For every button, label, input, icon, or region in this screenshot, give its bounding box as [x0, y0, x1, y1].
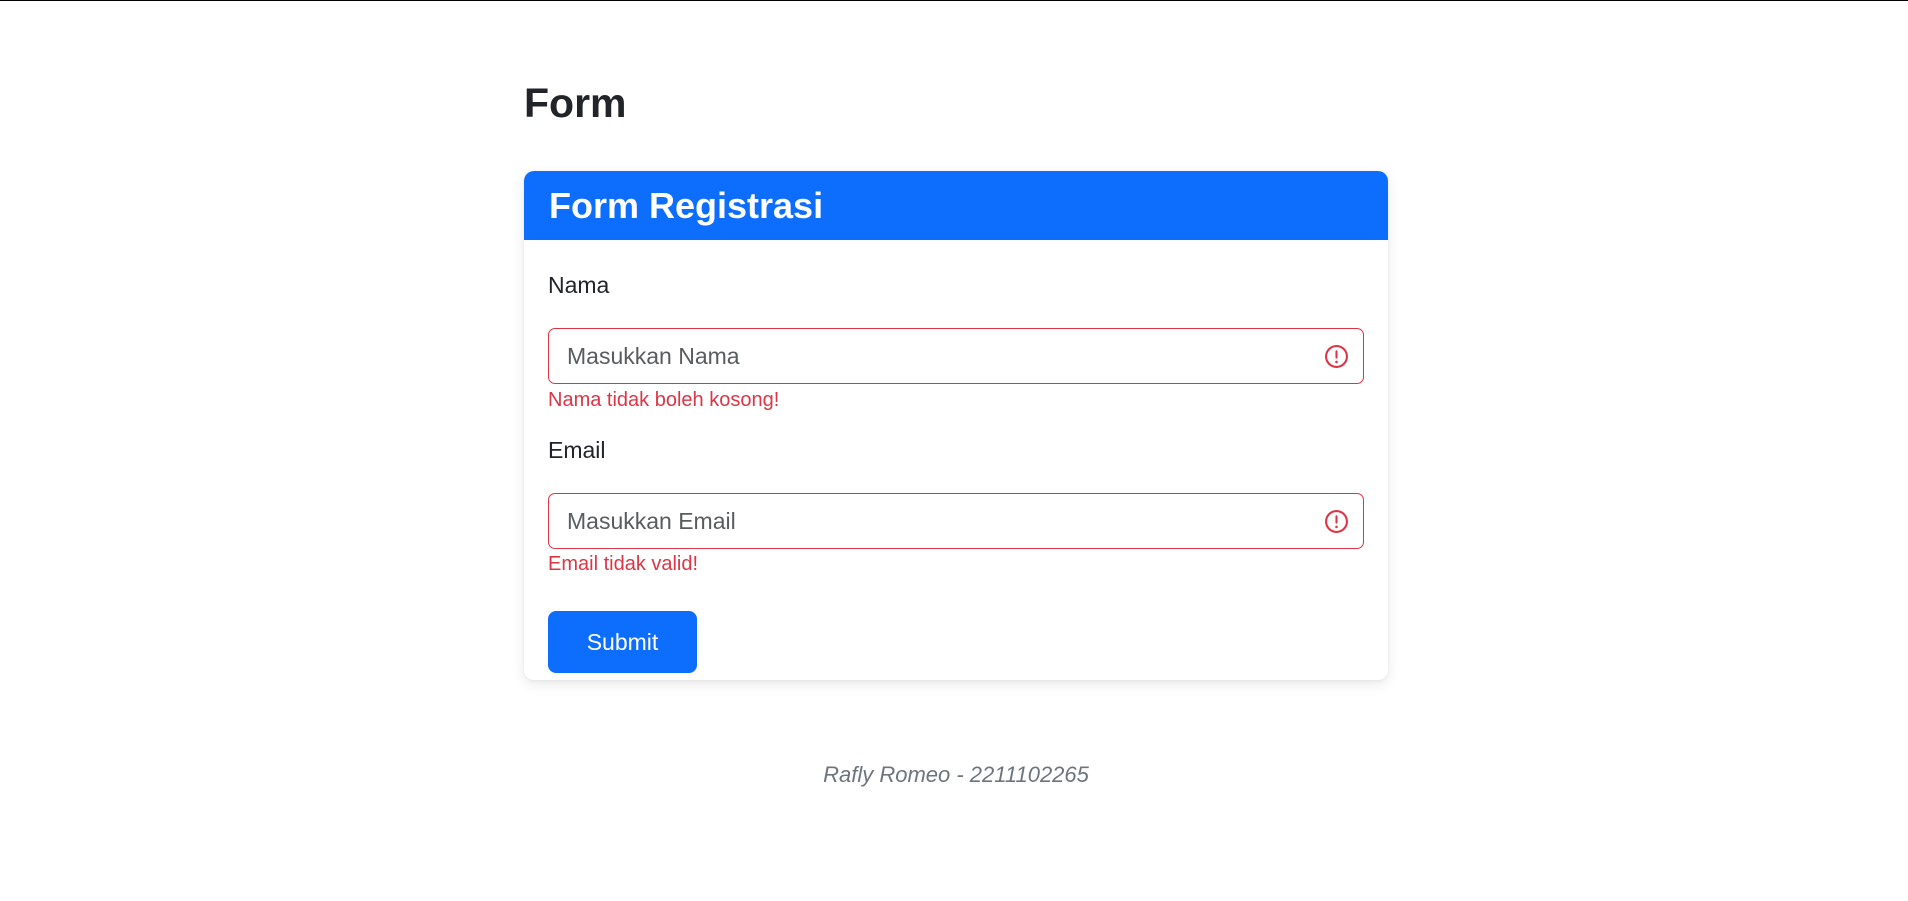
email-input[interactable]: [549, 494, 1363, 548]
email-error-message: Email tidak valid!: [548, 553, 699, 575]
card-header-title: Form Registrasi: [549, 184, 824, 226]
footer-credit: Rafly Romeo - 2211102265: [823, 762, 1089, 787]
card-header: Form Registrasi: [524, 171, 1388, 240]
email-input-wrapper: [548, 493, 1364, 549]
page-title: Form: [524, 80, 627, 126]
registration-card: Form Registrasi Nama Nama tidak boleh ko…: [524, 171, 1388, 680]
nama-input[interactable]: [549, 329, 1363, 383]
exclamation-circle-icon: [1325, 345, 1348, 368]
top-border-line: [0, 0, 1908, 1]
nama-error-message: Nama tidak boleh kosong!: [548, 389, 780, 411]
email-label: Email: [548, 437, 606, 463]
exclamation-circle-icon: [1325, 510, 1348, 533]
nama-label: Nama: [548, 272, 610, 298]
nama-input-wrapper: [548, 328, 1364, 384]
submit-button[interactable]: Submit: [548, 611, 697, 673]
